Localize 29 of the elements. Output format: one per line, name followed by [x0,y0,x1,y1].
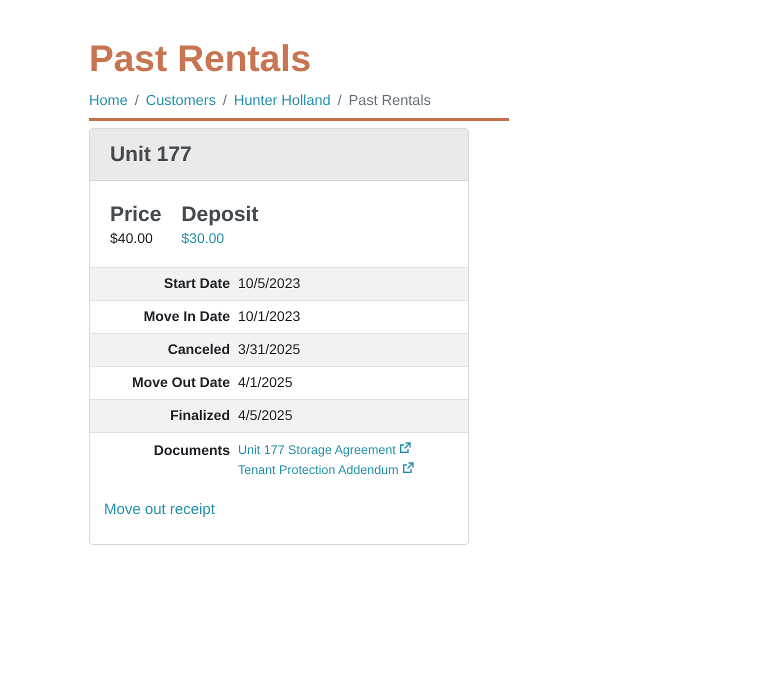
detail-label: Documents [152,440,230,460]
receipt-link[interactable]: Move out receipt [104,500,215,518]
detail-value: 3/31/2025 [238,340,300,360]
summary-value: $30.00 [181,228,226,247]
detail-label: Start Date [162,274,230,294]
breadcrumb-separator: / [134,92,140,111]
breadcrumb-separator: / [336,92,343,111]
detail-label: Move In Date [142,307,230,326]
detail-label: Move Out Date [130,373,230,392]
breadcrumb-link[interactable]: Home [89,91,128,113]
breadcrumb-link[interactable]: Past Rentals [348,91,431,113]
summary-label: Price [110,202,162,228]
detail-value: 4/5/2025 [238,406,292,426]
external-link-icon [398,442,411,454]
detail-value: 10/1/2023 [238,307,300,326]
breadcrumb-link[interactable]: Customers [146,91,216,113]
detail-value: 10/5/2023 [238,274,300,294]
detail-value: 4/1/2025 [238,373,292,392]
detail-label: Finalized [169,406,230,426]
unit-title: Unit 177 [110,142,192,168]
detail-label: Canceled [166,340,230,360]
page-title: Past Rentals [89,37,312,81]
summary-value: $40.00 [110,228,154,247]
external-link-icon [402,462,414,474]
breadcrumb-separator: / [222,92,228,111]
breadcrumb-link[interactable]: Hunter Holland [234,91,331,113]
document-link[interactable]: Unit 177 Storage Agreement [238,440,396,460]
document-link[interactable]: Tenant Protection Addendum [238,460,399,480]
summary-label: Deposit [181,202,258,228]
